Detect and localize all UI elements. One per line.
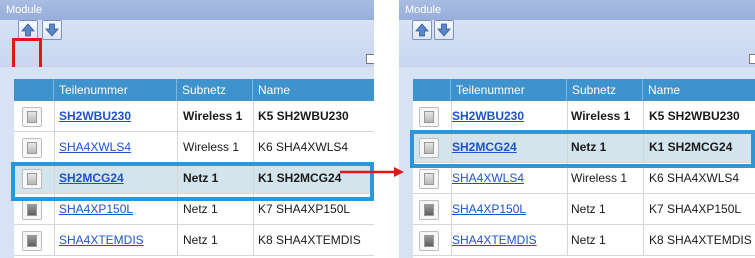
column-header-name[interactable]: Name [643,79,755,101]
device-icon [22,168,42,189]
device-icon [22,137,42,158]
name-cell: K6 SHA4XWLS4 [258,140,349,154]
part-number-link[interactable]: SHA4XP150L [452,194,526,225]
table-row[interactable]: SH2MCG24 Netz 1 K1 SH2MCG24 [14,163,374,194]
table-row[interactable]: SHA4XP150L Netz 1 K7 SHA4XP150L [14,194,374,225]
device-icon [419,230,439,251]
subnet-cell: Netz 1 [571,140,607,154]
move-down-button[interactable] [42,20,62,40]
table-row[interactable]: SH2WBU230 Wireless 1 K5 SH2WBU230 [14,101,374,132]
select-all-checkbox[interactable] [366,54,374,64]
part-number-link[interactable]: SHA4XTEMDIS [452,225,537,256]
name-cell: K5 SH2WBU230 [649,109,740,123]
icon-column-header [14,79,54,101]
part-number-link[interactable]: SHA4XWLS4 [452,163,524,194]
name-cell: K5 SH2WBU230 [258,109,349,123]
subnet-cell: Wireless 1 [571,171,628,185]
name-cell: K6 SHA4XWLS4 [649,171,740,185]
part-number-link[interactable]: SH2WBU230 [59,101,131,132]
name-cell: K8 SHA4XTEMDIS [258,233,361,247]
panel-title: Module [399,0,755,20]
grid-left-margin [0,79,14,258]
device-icon [419,168,439,189]
icon-column-header [413,79,451,101]
grid-top-gap [0,67,374,79]
column-header-part[interactable]: Teilenummer [54,79,177,101]
part-number-link[interactable]: SH2MCG24 [59,163,124,194]
name-cell: K1 SH2MCG24 [258,171,342,185]
table-row[interactable]: SHA4XTEMDIS Netz 1 K8 SHA4XTEMDIS [413,225,755,256]
subnet-cell: Netz 1 [183,233,218,247]
part-number-link[interactable]: SH2MCG24 [452,132,517,163]
table-header: Teilenummer Subnetz Name [0,79,374,101]
subnet-cell: Wireless 1 [571,109,631,123]
subnet-cell: Netz 1 [183,171,219,185]
device-icon [22,230,42,251]
table-row[interactable]: SH2WBU230 Wireless 1 K5 SH2WBU230 [413,101,755,132]
part-number-link[interactable]: SHA4XWLS4 [59,132,131,163]
arrow-down-icon [45,23,59,37]
panel-title: Module [0,0,374,20]
arrow-down-icon [437,23,451,37]
table-row[interactable]: SH2MCG24 Netz 1 K1 SH2MCG24 [413,132,755,163]
device-icon [419,106,439,127]
subnet-cell: Wireless 1 [183,140,240,154]
move-up-button[interactable] [412,20,432,40]
table-row[interactable]: SHA4XWLS4 Wireless 1 K6 SHA4XWLS4 [14,132,374,163]
arrow-up-icon [415,23,429,37]
column-header-name[interactable]: Name [253,79,374,101]
grid-top-gap [399,67,755,79]
device-icon [22,199,42,220]
table-row[interactable]: SHA4XWLS4 Wireless 1 K6 SHA4XWLS4 [413,163,755,194]
move-up-button[interactable] [18,20,38,40]
table-row[interactable]: SHA4XTEMDIS Netz 1 K8 SHA4XTEMDIS [14,225,374,256]
subnet-cell: Wireless 1 [183,109,243,123]
name-cell: K8 SHA4XTEMDIS [649,233,752,247]
arrow-up-icon [21,23,35,37]
module-panel-before: Module 2 Teilenummer Subnetz Name SH2WBU… [0,0,374,258]
column-header-subnet[interactable]: Subnetz [567,79,643,101]
arrow-right-icon [340,167,404,177]
column-header-subnet[interactable]: Subnetz [177,79,253,101]
subnet-cell: Netz 1 [183,202,218,216]
subnet-cell: Netz 1 [571,202,606,216]
select-all-checkbox[interactable] [749,54,755,64]
move-down-button[interactable] [434,20,454,40]
device-icon [22,106,42,127]
module-panel-after: Module Teilenummer Subnetz Name SH2WBU23… [399,0,755,258]
table-row[interactable]: SHA4XP150L Netz 1 K7 SHA4XP150L [413,194,755,225]
name-cell: K7 SHA4XP150L [258,202,351,216]
device-icon [419,199,439,220]
name-cell: K7 SHA4XP150L [649,202,742,216]
part-number-link[interactable]: SHA4XTEMDIS [59,225,144,256]
part-number-link[interactable]: SH2WBU230 [452,101,524,132]
table-header: Teilenummer Subnetz Name [399,79,755,101]
subnet-cell: Netz 1 [571,233,606,247]
column-header-part[interactable]: Teilenummer [451,79,567,101]
part-number-link[interactable]: SHA4XP150L [59,194,133,225]
device-icon [419,137,439,158]
name-cell: K1 SH2MCG24 [649,140,733,154]
